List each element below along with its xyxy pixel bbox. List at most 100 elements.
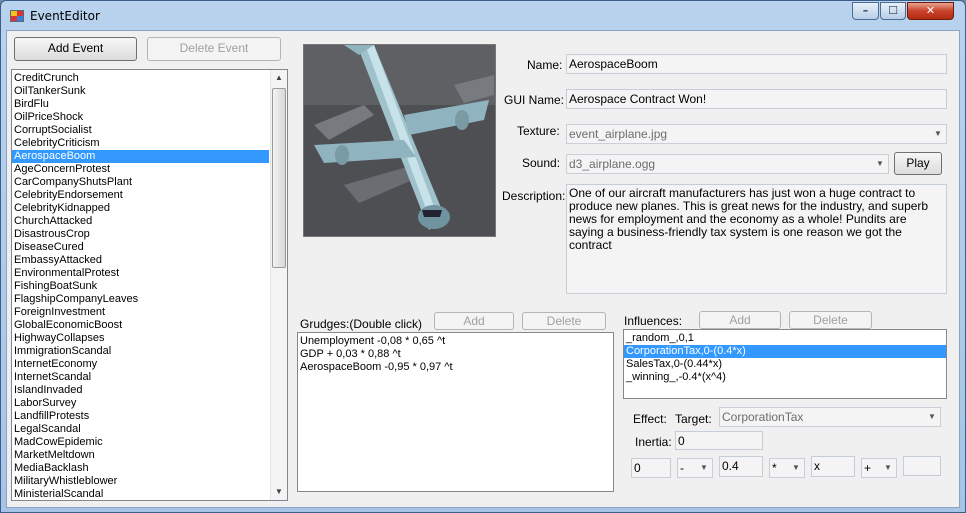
close-button[interactable]: ✕ xyxy=(907,2,954,20)
delete-event-button[interactable]: Delete Event xyxy=(147,37,281,61)
event-list-item[interactable]: AerospaceBoom xyxy=(12,150,269,163)
event-list-item[interactable]: CelebrityCriticism xyxy=(12,137,269,150)
formula-term-2-field[interactable]: x xyxy=(811,456,855,477)
event-list-item[interactable]: MediaBacklash xyxy=(12,462,269,475)
description-label: Description: xyxy=(502,189,566,203)
event-list-item[interactable]: CreditCrunch xyxy=(12,72,269,85)
sound-dropdown[interactable]: d3_airplane.ogg ▼ xyxy=(566,154,889,174)
chevron-down-icon: ▼ xyxy=(876,159,884,168)
event-list[interactable]: CreditCrunch OilTankerSunk BirdFlu OilPrice… xyxy=(11,69,288,501)
influences-list-items: _random_,0,1 CorporationTax,0-(0.4*x) Sale… xyxy=(624,332,946,384)
window-title: EventEditor xyxy=(30,9,100,23)
sound-label: Sound: xyxy=(522,156,561,170)
chevron-down-icon: ▼ xyxy=(934,129,942,138)
influences-list[interactable]: _random_,0,1 CorporationTax,0-(0.4*x) Sale… xyxy=(623,329,947,399)
formula-operator-1-dropdown[interactable]: - ▼ xyxy=(677,458,713,478)
grudges-delete-button[interactable]: Delete xyxy=(522,312,606,330)
grudge-list-item[interactable]: GDP + 0,03 * 0,88 ^t xyxy=(298,348,613,361)
app-icon xyxy=(10,10,24,22)
event-list-item[interactable]: LandfillProtests xyxy=(12,410,269,423)
target-label: Target: xyxy=(675,412,712,426)
event-list-item[interactable]: ForeignInvestment xyxy=(12,306,269,319)
add-event-button[interactable]: Add Event xyxy=(14,37,137,61)
gui-name-field[interactable]: Aerospace Contract Won! xyxy=(566,89,947,109)
grudges-label: Grudges:(Double click) xyxy=(300,317,423,331)
event-list-item[interactable]: InternetScandal xyxy=(12,371,269,384)
grudges-add-button[interactable]: Add xyxy=(434,312,514,330)
event-list-item[interactable]: CelebrityKidnapped xyxy=(12,202,269,215)
inertia-field[interactable]: 0 xyxy=(675,431,763,450)
formula-operator-3-value: + xyxy=(864,461,872,475)
formula-operator-2-dropdown[interactable]: * ▼ xyxy=(769,458,805,478)
formula-operator-1-value: - xyxy=(680,461,684,475)
maximize-button[interactable]: ☐ xyxy=(880,2,906,20)
title-bar[interactable]: EventEditor – ☐ ✕ xyxy=(1,1,965,31)
event-list-item[interactable]: MilitaryWhistleblower xyxy=(12,475,269,488)
chevron-down-icon: ▼ xyxy=(792,463,800,472)
name-field[interactable]: AerospaceBoom xyxy=(566,54,947,74)
event-list-item[interactable]: OilPriceShock xyxy=(12,111,269,124)
grudge-list-item[interactable]: Unemployment -0,08 * 0,65 ^t xyxy=(298,335,613,348)
formula-operator-2-value: * xyxy=(772,461,777,475)
formula-term-1-field[interactable]: 0.4 xyxy=(719,456,763,477)
texture-label: Texture: xyxy=(517,124,560,138)
minimize-button[interactable]: – xyxy=(852,2,879,20)
formula-operator-3-dropdown[interactable]: + ▼ xyxy=(861,458,897,478)
airplane-image xyxy=(304,45,495,236)
event-list-item[interactable]: AgeConcernProtest xyxy=(12,163,269,176)
scroll-up-arrow-icon[interactable]: ▲ xyxy=(271,70,287,86)
event-list-scrollbar[interactable]: ▲ ▼ xyxy=(270,70,287,500)
inertia-label: Inertia: xyxy=(635,435,672,449)
influences-delete-button[interactable]: Delete xyxy=(789,311,872,329)
name-label: Name: xyxy=(527,58,563,72)
grudges-list-items: Unemployment -0,08 * 0,65 ^t GDP + 0,03 *… xyxy=(298,335,613,374)
event-list-item[interactable]: ChurchAttacked xyxy=(12,215,269,228)
event-list-item[interactable]: ImmigrationScandal xyxy=(12,345,269,358)
effect-label: Effect: xyxy=(633,412,667,426)
event-list-item[interactable]: IslandInvaded xyxy=(12,384,269,397)
influences-label: Influences: xyxy=(624,314,683,328)
event-list-item[interactable]: DisastrousCrop xyxy=(12,228,269,241)
event-list-item[interactable]: LaborSurvey xyxy=(12,397,269,410)
target-value: CorporationTax xyxy=(722,410,804,424)
grudges-list[interactable]: Unemployment -0,08 * 0,65 ^t GDP + 0,03 *… xyxy=(297,332,614,492)
play-button[interactable]: Play xyxy=(894,152,942,175)
grudge-list-item[interactable]: AerospaceBoom -0,95 * 0,97 ^t xyxy=(298,361,613,374)
event-list-item[interactable]: CelebrityEndorsement xyxy=(12,189,269,202)
event-list-item[interactable]: InternetEconomy xyxy=(12,358,269,371)
event-list-item[interactable]: CorruptSocialist xyxy=(12,124,269,137)
chevron-down-icon: ▼ xyxy=(884,463,892,472)
event-list-item[interactable]: EnvironmentalProtest xyxy=(12,267,269,280)
event-list-item[interactable]: DiseaseCured xyxy=(12,241,269,254)
formula-term-3-field[interactable] xyxy=(903,456,941,476)
event-list-item[interactable]: FlagshipCompanyLeaves xyxy=(12,293,269,306)
event-editor-window: EventEditor – ☐ ✕ Add Event Delete Event… xyxy=(0,0,966,513)
formula-term-0-field[interactable]: 0 xyxy=(631,458,671,478)
scroll-down-arrow-icon[interactable]: ▼ xyxy=(271,484,287,500)
influence-list-item[interactable]: _random_,0,1 xyxy=(624,332,946,345)
event-list-item[interactable]: EmbassyAttacked xyxy=(12,254,269,267)
event-list-item[interactable]: LegalScandal xyxy=(12,423,269,436)
influence-list-item[interactable]: _winning_,-0.4*(x^4) xyxy=(624,371,946,384)
influence-list-item[interactable]: SalesTax,0-(0.44*x) xyxy=(624,358,946,371)
event-list-item[interactable]: FishingBoatSunk xyxy=(12,280,269,293)
target-dropdown[interactable]: CorporationTax ▼ xyxy=(719,407,941,427)
influences-add-button[interactable]: Add xyxy=(699,311,781,329)
event-list-item[interactable]: MadCowEpidemic xyxy=(12,436,269,449)
event-list-item[interactable]: OilTankerSunk xyxy=(12,85,269,98)
gui-name-label: GUI Name: xyxy=(504,93,565,107)
scroll-thumb[interactable] xyxy=(272,88,286,268)
event-list-item[interactable]: HighwayCollapses xyxy=(12,332,269,345)
event-list-item[interactable]: BirdFlu xyxy=(12,98,269,111)
influence-list-item[interactable]: CorporationTax,0-(0.4*x) xyxy=(624,345,946,358)
event-list-items: CreditCrunch OilTankerSunk BirdFlu OilPrice… xyxy=(12,72,269,500)
event-list-item[interactable]: MinisterialScandal xyxy=(12,488,269,500)
texture-dropdown[interactable]: event_airplane.jpg ▼ xyxy=(566,124,947,144)
event-list-item[interactable]: CarCompanyShutsPlant xyxy=(12,176,269,189)
event-texture-preview xyxy=(303,44,496,237)
event-list-item[interactable]: MarketMeltdown xyxy=(12,449,269,462)
chevron-down-icon: ▼ xyxy=(700,463,708,472)
event-list-item[interactable]: GlobalEconomicBoost xyxy=(12,319,269,332)
sound-value: d3_airplane.ogg xyxy=(569,157,656,171)
description-field[interactable]: One of our aircraft manufacturers has ju… xyxy=(566,184,947,294)
